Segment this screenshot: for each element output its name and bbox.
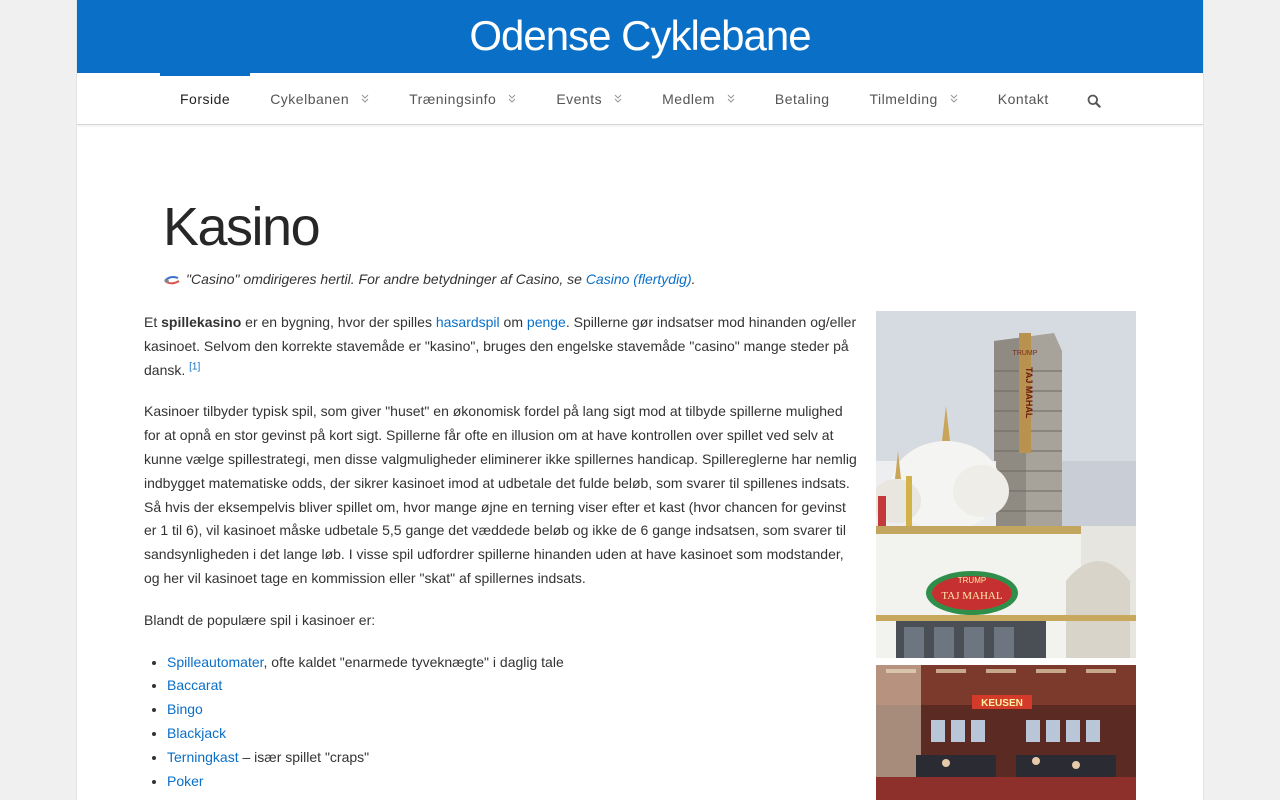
masthead: Odense Cyklebane (77, 0, 1203, 73)
facade-sign-trump: TRUMP (958, 576, 986, 585)
game-link[interactable]: Blackjack (167, 725, 226, 741)
chevron-double-down-icon (950, 94, 958, 103)
game-link[interactable]: Terningkast (167, 749, 239, 765)
main-navigation: Forside Cykelbanen Træningsinfo Events M… (77, 73, 1203, 125)
list-intro: Blandt de populære spil i kasinoer er: (144, 611, 376, 628)
tower-sign: TAJ MAHAL (1024, 367, 1034, 419)
nav-item-label: Cykelbanen (270, 90, 350, 107)
disambiguation-icon (164, 276, 180, 285)
list-item: Terningkast – især spillet "craps" (167, 746, 860, 770)
chevron-double-down-icon (727, 94, 735, 103)
nav-item-cykelbanen[interactable]: Cykelbanen (250, 73, 389, 124)
game-link[interactable]: Poker (167, 773, 204, 789)
link-penge[interactable]: penge (527, 314, 566, 330)
nav-item-betaling[interactable]: Betaling (755, 73, 850, 124)
nav-menu: Forside Cykelbanen Træningsinfo Events M… (160, 73, 1069, 124)
site-wrapper: Odense Cyklebane Forside Cykelbanen Træn… (77, 0, 1203, 800)
text: om (499, 314, 527, 330)
nav-item-events[interactable]: Events (536, 73, 642, 124)
games-list: Spilleautomater, ofte kaldet "enarmede t… (144, 651, 860, 794)
game-link[interactable]: Baccarat (167, 677, 222, 693)
nav-item-tilmelding[interactable]: Tilmelding (850, 73, 978, 124)
list-item-text: , ofte kaldet "enarmede tyveknægte" i da… (263, 653, 564, 670)
list-item-text: – især spillet "craps" (238, 748, 370, 765)
article-body: Et spillekasino er en bygning, hvor der … (144, 311, 860, 793)
chevron-double-down-icon (614, 94, 622, 103)
list-item: Spilleautomater, ofte kaldet "enarmede t… (167, 651, 860, 675)
link-hasardspil[interactable]: hasardspil (436, 314, 500, 330)
site-title[interactable]: Odense Cyklebane (469, 14, 811, 57)
game-link[interactable]: Spilleautomater (167, 654, 264, 670)
nav-item-label: Træningsinfo (409, 90, 497, 107)
bold-term: spillekasino (161, 314, 242, 330)
nav-item-label: Kontakt (997, 90, 1049, 107)
nav-item-label: Medlem (662, 90, 715, 107)
hatnote-link[interactable]: Casino (flertydig) (586, 271, 692, 287)
chevron-double-down-icon (361, 94, 369, 103)
nav-item-label: Betaling (774, 90, 830, 107)
page-title: Kasino (163, 197, 321, 257)
list-item: Baccarat (167, 674, 860, 698)
text: er en bygning, hvor der spilles (241, 314, 436, 330)
game-link[interactable]: Bingo (167, 701, 203, 717)
casino-exterior-photo[interactable]: TRUMP TAJ MAHAL TRUMP TAJ MAHAL (876, 311, 1136, 658)
casino-floor-image: KEUSEN (876, 665, 1136, 800)
list-item: Blackjack (167, 722, 860, 746)
nav-item-forside[interactable]: Forside (160, 73, 251, 124)
hatnote-text: "Casino" omdirigeres hertil. For andre b… (186, 271, 582, 287)
list-item: Poker (167, 770, 860, 794)
intro-paragraph: Et spillekasino er en bygning, hvor der … (144, 311, 860, 382)
nav-item-label: Forside (180, 90, 231, 107)
body-paragraph: Kasinoer tilbyder typisk spil, som giver… (144, 403, 857, 586)
chevron-double-down-icon (508, 94, 516, 103)
floor-sign: KEUSEN (981, 698, 1023, 709)
nav-item-label: Tilmelding (869, 90, 938, 107)
nav-item-label: Events (556, 90, 603, 107)
tower-sign-trump: TRUMP (1013, 350, 1038, 357)
search-icon[interactable] (1087, 94, 1101, 108)
nav-item-kontakt[interactable]: Kontakt (978, 73, 1069, 124)
reference-link[interactable]: [1] (189, 361, 200, 372)
nav-item-traeningsinfo[interactable]: Træningsinfo (389, 73, 536, 124)
hatnote-end: . (691, 271, 696, 287)
hatnote: "Casino" omdirigeres hertil. For andre b… (163, 271, 696, 287)
nav-item-medlem[interactable]: Medlem (642, 73, 755, 124)
casino-floor-photo[interactable]: KEUSEN (876, 665, 1136, 800)
casino-exterior-image: TRUMP TAJ MAHAL TRUMP TAJ MAHAL (876, 311, 1136, 658)
text: Et (144, 314, 162, 330)
list-item: Bingo (167, 698, 860, 722)
facade-sign: TAJ MAHAL (941, 590, 1002, 602)
